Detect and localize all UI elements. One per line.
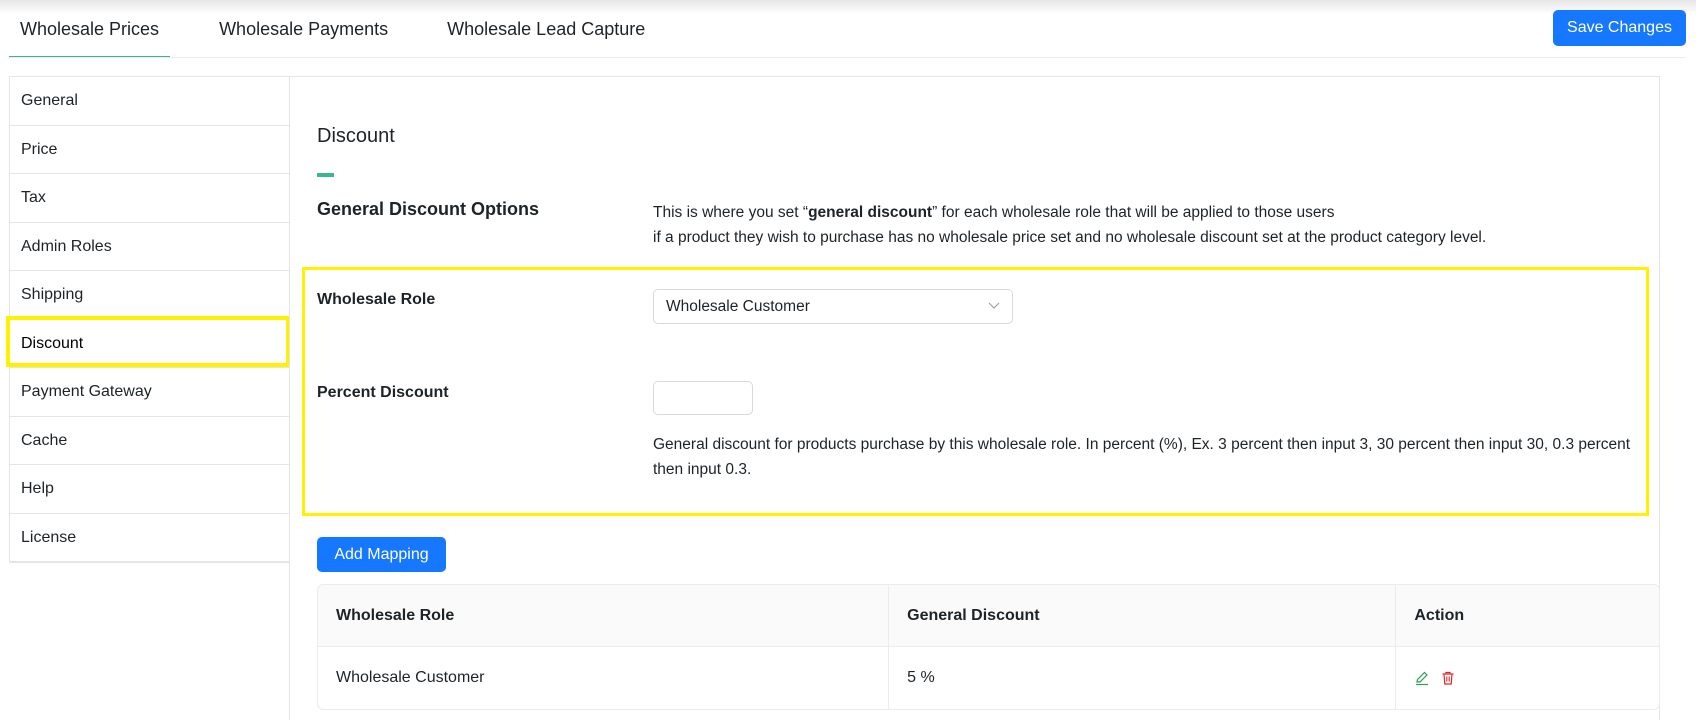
delete-icon[interactable] xyxy=(1440,670,1456,686)
tab-wholesale-prices[interactable]: Wholesale Prices xyxy=(9,0,171,58)
percent-discount-help: General discount for products purchase b… xyxy=(653,436,1631,478)
column-header-role: Wholesale Role xyxy=(318,585,890,647)
wholesale-role-select[interactable]: Wholesale Customer xyxy=(653,289,1013,324)
cell-action xyxy=(1396,647,1659,709)
desc-post: ” for each wholesale role that will be a… xyxy=(932,204,1335,221)
general-discount-options-label: General Discount Options xyxy=(317,199,540,219)
wholesale-role-value: Wholesale Customer xyxy=(666,298,810,315)
sidebar-item-general[interactable]: General xyxy=(10,77,290,126)
table-row: Wholesale Customer 5 % xyxy=(318,647,1659,709)
column-header-discount: General Discount xyxy=(889,585,1397,647)
cell-discount: 5 % xyxy=(889,647,1397,709)
desc-bold: general discount xyxy=(808,204,933,221)
desc-pre: This is where you set “ xyxy=(653,204,809,221)
percent-discount-input[interactable] xyxy=(653,381,753,415)
sidebar-item-license[interactable]: License xyxy=(10,514,290,562)
sidebar-item-tax[interactable]: Tax xyxy=(10,174,290,223)
general-discount-description: This is where you set “general discount”… xyxy=(653,200,1553,250)
top-tabs: Wholesale Prices Wholesale Payments Whol… xyxy=(9,0,656,58)
edit-icon[interactable] xyxy=(1414,670,1430,686)
tab-wholesale-payments[interactable]: Wholesale Payments xyxy=(208,0,399,58)
settings-sidebar: General Price Tax Admin Roles Shipping D… xyxy=(9,76,290,563)
sidebar-item-price[interactable]: Price xyxy=(10,126,290,174)
discount-mapping-table: Wholesale Role General Discount Action W… xyxy=(317,584,1660,710)
sidebar-item-help[interactable]: Help xyxy=(10,465,290,514)
save-changes-button[interactable]: Save Changes xyxy=(1553,10,1686,46)
desc-line2: if a product they wish to purchase has n… xyxy=(653,229,1487,246)
sidebar-item-cache[interactable]: Cache xyxy=(10,417,290,465)
sidebar-item-admin-roles[interactable]: Admin Roles xyxy=(10,223,290,271)
column-header-action: Action xyxy=(1396,585,1659,647)
percent-discount-label: Percent Discount xyxy=(317,384,449,401)
sidebar-item-shipping[interactable]: Shipping xyxy=(10,271,290,320)
table-header-row: Wholesale Role General Discount Action xyxy=(318,585,1659,647)
sidebar-item-discount[interactable]: Discount xyxy=(10,320,290,368)
chevron-down-icon xyxy=(988,302,1000,309)
wholesale-role-label: Wholesale Role xyxy=(317,291,436,308)
add-mapping-button[interactable]: Add Mapping xyxy=(317,537,446,572)
tabs-divider xyxy=(9,57,1686,58)
tab-wholesale-lead-capture[interactable]: Wholesale Lead Capture xyxy=(436,0,656,58)
title-underline xyxy=(317,173,334,177)
page-title: Discount xyxy=(317,125,395,147)
sidebar-item-payment-gateway[interactable]: Payment Gateway xyxy=(10,368,290,417)
cell-role: Wholesale Customer xyxy=(318,647,890,709)
